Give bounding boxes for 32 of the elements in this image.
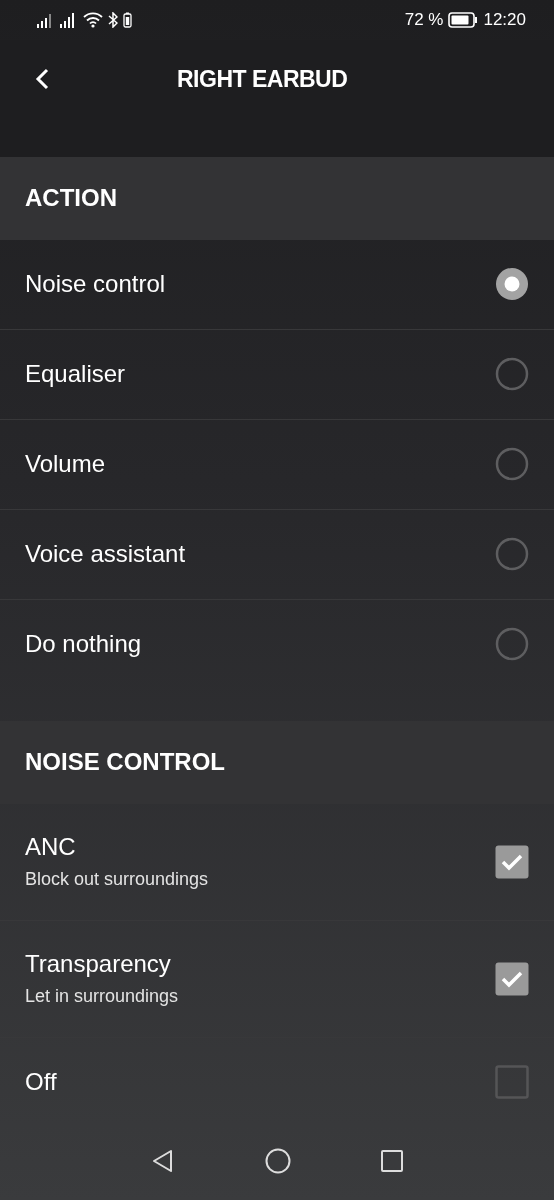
option-label: Off xyxy=(25,1068,57,1097)
recents-nav-icon[interactable] xyxy=(381,1150,403,1173)
battery-icon xyxy=(123,11,132,28)
radio-button[interactable] xyxy=(495,447,529,482)
home-nav-icon[interactable] xyxy=(265,1148,291,1175)
section-heading: ACTION xyxy=(25,184,117,213)
option-label: Transparency xyxy=(25,950,172,979)
option-label: Volume xyxy=(25,450,106,479)
clock-time: 12:20 xyxy=(483,9,526,30)
checkbox[interactable] xyxy=(495,844,529,879)
radio-button[interactable] xyxy=(495,627,529,662)
back-button[interactable] xyxy=(35,68,49,91)
back-icon xyxy=(35,68,49,91)
option-label: Voice assistant xyxy=(25,540,186,569)
section-heading: NOISE CONTROL xyxy=(25,748,225,777)
option-label: Equaliser xyxy=(25,360,126,389)
battery-icon xyxy=(448,11,479,28)
radio-button[interactable] xyxy=(495,537,529,572)
checkbox[interactable] xyxy=(495,961,529,996)
option-label: ANC xyxy=(25,833,77,862)
radio-button[interactable] xyxy=(495,267,529,302)
option-description: Let in surroundings xyxy=(25,986,179,1008)
option-label: Do nothing xyxy=(25,630,142,659)
back-nav-icon[interactable] xyxy=(151,1149,175,1174)
option-label: Noise control xyxy=(25,270,166,299)
battery-percentage: 72 % xyxy=(404,9,444,30)
checkbox[interactable] xyxy=(495,1065,529,1100)
bluetooth-icon xyxy=(108,11,118,28)
radio-button[interactable] xyxy=(495,357,529,392)
wifi-icon xyxy=(83,11,103,28)
page-title: RIGHT EARBUD xyxy=(177,65,348,93)
option-description: Block out surroundings xyxy=(25,869,209,891)
